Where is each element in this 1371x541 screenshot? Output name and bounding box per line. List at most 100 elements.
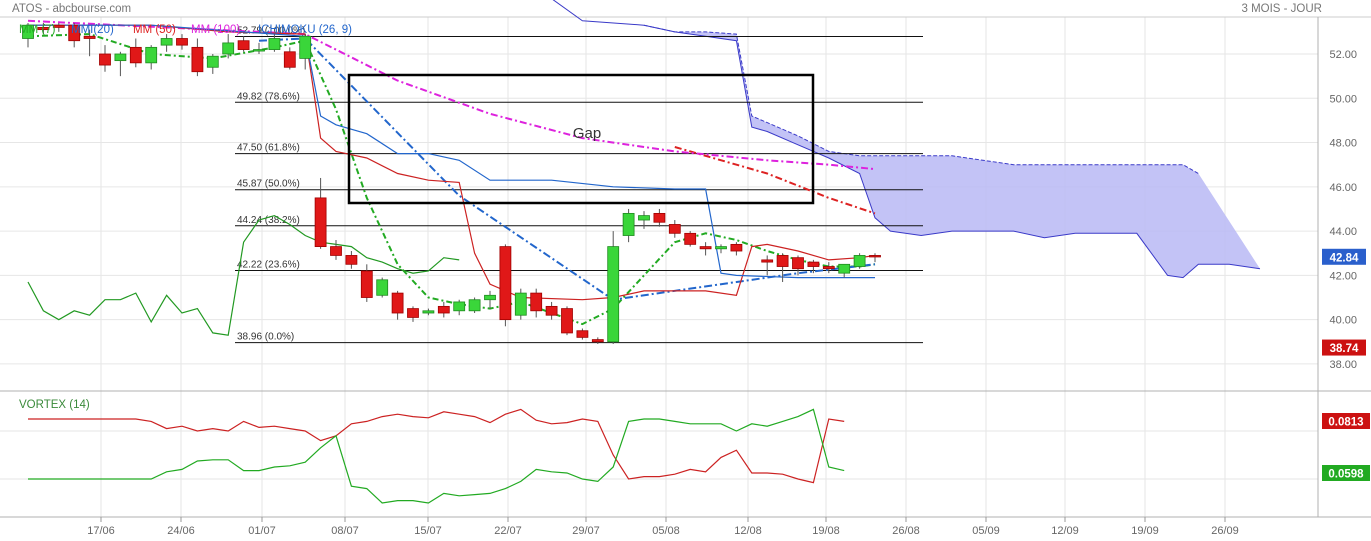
candle-down bbox=[129, 46, 142, 64]
x-tick-label: 17/06 bbox=[87, 525, 115, 537]
candle-down bbox=[530, 292, 543, 312]
date-axis: 17/06 24/06 01/07 08/07 15/07 22/07 29/07 05/08… bbox=[87, 517, 1239, 537]
candle-up bbox=[715, 246, 727, 250]
candle-up bbox=[145, 46, 158, 64]
y-tick-label: 44.00 bbox=[1329, 226, 1357, 238]
candle-down bbox=[576, 330, 589, 338]
candle-down bbox=[176, 38, 188, 46]
fib-label: 45.87 (50.0%) bbox=[237, 179, 300, 190]
candle-up bbox=[607, 246, 620, 343]
price-marker-label: 42.84 bbox=[1330, 252, 1359, 264]
candle-down bbox=[407, 308, 419, 318]
candle-up bbox=[468, 299, 481, 312]
candle-up bbox=[160, 38, 173, 46]
candle-down bbox=[391, 292, 404, 314]
vortex-markers: 0.0813 0.0598 bbox=[1322, 413, 1370, 481]
price-axis: 38.00 40.00 42.00 44.00 46.00 48.00 50.00 52.00 bbox=[1329, 49, 1357, 371]
price-marker-label: 38.74 bbox=[1330, 343, 1359, 355]
fib-label: 44.24 (38.2%) bbox=[237, 215, 300, 226]
candle-down bbox=[99, 53, 111, 66]
candle-up bbox=[114, 53, 127, 62]
vortex-vi- bbox=[28, 408, 845, 504]
y-tick-label: 48.00 bbox=[1329, 138, 1357, 150]
candle-up bbox=[453, 301, 466, 312]
candle-down bbox=[684, 232, 697, 245]
candle-down bbox=[730, 243, 743, 252]
cloud-area bbox=[644, 25, 1260, 278]
x-tick-label: 22/07 bbox=[494, 525, 522, 537]
fib-label: 47.50 (61.8%) bbox=[237, 143, 300, 154]
chart-period: 3 MOIS - JOUR bbox=[1241, 3, 1322, 15]
vortex-title: VORTEX (14) bbox=[19, 399, 90, 411]
legend-item: MM (50) bbox=[133, 24, 176, 36]
legend-item: MM (7) bbox=[19, 24, 56, 36]
fib-label: 38.96 (0.0%) bbox=[237, 332, 294, 343]
price-markers: 42.84 38.74 bbox=[1322, 248, 1366, 356]
x-tick-label: 12/09 bbox=[1051, 525, 1079, 537]
candle-down bbox=[437, 305, 450, 314]
x-tick-label: 29/07 bbox=[572, 525, 600, 537]
y-tick-label: 42.00 bbox=[1329, 270, 1357, 282]
y-tick-label: 46.00 bbox=[1329, 182, 1357, 194]
candle-down bbox=[792, 257, 804, 270]
chart-grid bbox=[0, 17, 1318, 517]
candle-down bbox=[776, 255, 789, 267]
candle-down bbox=[699, 246, 712, 250]
candle-up bbox=[514, 292, 527, 316]
candle-down bbox=[83, 35, 96, 39]
candle-down bbox=[237, 40, 250, 50]
candle-down bbox=[869, 255, 881, 258]
cloud-span-lead bbox=[552, 0, 645, 26]
y-tick-label: 38.00 bbox=[1329, 359, 1357, 371]
candle-down bbox=[591, 339, 604, 343]
candle-up bbox=[222, 42, 235, 55]
x-tick-label: 12/08 bbox=[734, 525, 762, 537]
gap-label: Gap bbox=[573, 125, 601, 142]
x-tick-label: 26/08 bbox=[892, 525, 920, 537]
candle-up bbox=[853, 255, 866, 267]
candle-up bbox=[299, 35, 312, 59]
candle-down bbox=[668, 224, 681, 234]
candle-down bbox=[283, 51, 296, 68]
candle-up bbox=[376, 279, 389, 296]
y-tick-label: 50.00 bbox=[1329, 93, 1357, 105]
cloud-span-a bbox=[643, 24, 1199, 174]
x-tick-label: 05/08 bbox=[652, 525, 680, 537]
legend-item: MMI(20) bbox=[71, 24, 114, 36]
vortex-marker-label: 0.0598 bbox=[1328, 469, 1364, 481]
candle-down bbox=[822, 266, 835, 270]
ichimoku-cloud bbox=[552, 0, 1261, 279]
candle-up bbox=[484, 294, 496, 301]
x-tick-label: 15/07 bbox=[414, 525, 442, 537]
legend-item: MM (100) bbox=[191, 24, 240, 36]
candle-down bbox=[545, 305, 558, 316]
candle-down bbox=[499, 246, 512, 321]
candle-down bbox=[191, 46, 204, 73]
candle-up bbox=[206, 55, 219, 68]
candle-down bbox=[653, 212, 666, 223]
candles bbox=[22, 23, 881, 345]
legend-item: ICHIMOKU (26, 9) bbox=[258, 24, 352, 36]
candle-down bbox=[761, 259, 774, 263]
x-tick-label: 19/08 bbox=[812, 525, 840, 537]
chart-title: ATOS - abcbourse.com bbox=[12, 3, 131, 15]
fibonacci-levels: 52.79 (100.0%)49.82 (78.6%)47.50 (61.8%)… bbox=[235, 26, 923, 344]
vortex-vi- bbox=[28, 408, 845, 484]
x-tick-label: 08/07 bbox=[331, 525, 359, 537]
y-tick-label: 40.00 bbox=[1329, 315, 1357, 327]
x-tick-label: 26/09 bbox=[1211, 525, 1239, 537]
y-tick-label: 52.00 bbox=[1329, 49, 1357, 61]
candle-up bbox=[422, 310, 435, 314]
fib-label: 49.82 (78.6%) bbox=[237, 91, 300, 102]
candle-up bbox=[253, 49, 265, 52]
candle-down bbox=[345, 255, 358, 265]
candle-down bbox=[807, 261, 820, 267]
x-tick-label: 01/07 bbox=[248, 525, 276, 537]
x-tick-label: 05/09 bbox=[972, 525, 1000, 537]
candle-up bbox=[622, 212, 635, 236]
stock-chart: ATOS - abcbourse.com 3 MOIS - JOUR 52.79… bbox=[0, 0, 1371, 537]
vortex-marker-label: 0.0813 bbox=[1328, 417, 1363, 429]
x-tick-label: 24/06 bbox=[167, 525, 195, 537]
candle-down bbox=[330, 246, 342, 256]
candle-down bbox=[360, 270, 373, 298]
